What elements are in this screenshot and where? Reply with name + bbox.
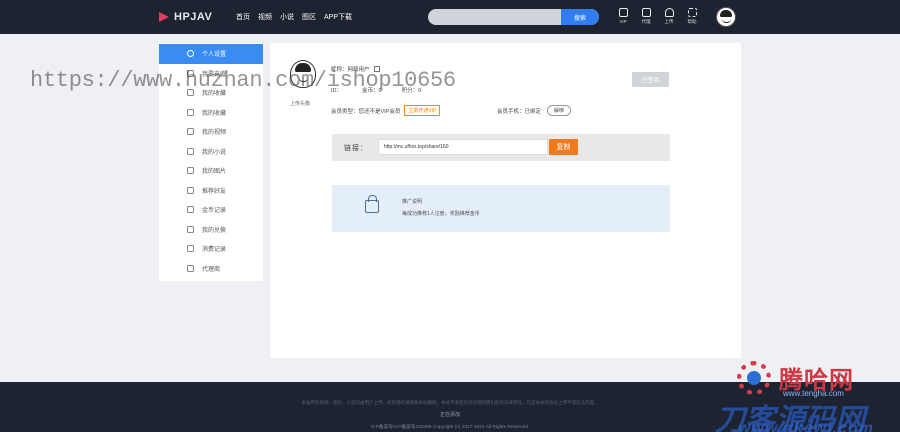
watermark-brand: 腾哈网 www.tengha.com 刀客源码网 www.dkewl.com <box>715 357 898 432</box>
nav-home[interactable]: 首页 <box>236 12 250 22</box>
upload-avatar-link[interactable]: 上传头像 <box>290 100 310 107</box>
sidebar-item-collection[interactable]: 我的收藏 <box>159 103 263 123</box>
help-label: 帮助 <box>687 19 697 24</box>
receipt-icon <box>187 245 194 252</box>
top-navbar: HPJAV 首页 视频 小说 图区 APP下载 搜索 VIP 代理 上传 帮助 <box>0 0 900 34</box>
sidebar-item-novels[interactable]: 我的小说 <box>159 142 263 162</box>
lock-icon <box>365 195 379 213</box>
sidebar-item-spending[interactable]: 消费记录 <box>159 239 263 259</box>
notice-text: 每成功推荐1人注册，奖励推荐金币 <box>402 211 480 217</box>
gear-logo-icon <box>737 361 771 395</box>
notice-title: 推广说明 <box>402 199 423 205</box>
sidebar-item-profile[interactable]: 个人设置 <box>159 44 263 64</box>
main-nav: 首页 视频 小说 图区 APP下载 <box>236 12 352 22</box>
upload-label: 上传 <box>664 19 674 24</box>
share-icon <box>187 186 194 194</box>
sidebar-item-agent[interactable]: 代理商 <box>159 259 263 279</box>
sidebar-item-exchange[interactable]: 我的兑换 <box>159 220 263 240</box>
signin-button[interactable]: 已签到 <box>632 72 669 87</box>
bound-label: 会员手机： <box>497 108 525 115</box>
agent-icon <box>187 264 194 272</box>
open-vip-button[interactable]: 立即开通VIP <box>404 105 441 116</box>
user-avatar[interactable] <box>716 7 736 27</box>
help-link[interactable]: 帮助 <box>683 8 701 25</box>
copy-button[interactable]: 复制 <box>549 139 578 155</box>
agent-link[interactable]: 代理 <box>637 8 655 25</box>
logo[interactable]: HPJAV <box>158 10 212 24</box>
share-link-field[interactable]: http://mc.ufhxx.top/share/160 <box>378 139 548 155</box>
nav-novel[interactable]: 小说 <box>280 12 294 22</box>
user-icon <box>187 50 194 57</box>
phone-bind-row: 会员手机： 已绑定 解绑 <box>497 105 572 116</box>
vip-link[interactable]: VIP <box>614 8 632 25</box>
search-bar: 搜索 <box>428 9 599 25</box>
exchange-icon <box>187 225 194 233</box>
share-link-box: 链接： http://mc.ufhxx.top/share/160 复制 <box>332 134 670 161</box>
sidebar-item-videos[interactable]: 我的视频 <box>159 122 263 142</box>
image-icon <box>187 167 194 174</box>
sidebar-item-images[interactable]: 我的图片 <box>159 161 263 181</box>
sidebar-item-invite[interactable]: 推荐好友 <box>159 181 263 201</box>
sidebar-item-coin-log[interactable]: 金币记录 <box>159 200 263 220</box>
upload-cloud-icon <box>664 8 674 17</box>
header-icons: VIP 代理 上传 帮助 <box>614 8 701 25</box>
vip-label: VIP <box>619 19 627 24</box>
logo-text: HPJAV <box>174 11 213 23</box>
share-link-label: 链接： <box>344 145 368 152</box>
search-input[interactable] <box>428 9 562 25</box>
upload-link[interactable]: 上传 <box>660 8 678 25</box>
promotion-notice: 推广说明 每成功推荐1人注册，奖励推荐金币 <box>332 185 670 232</box>
nav-gallery[interactable]: 图区 <box>302 12 316 22</box>
book-icon <box>187 147 194 155</box>
nav-video[interactable]: 视频 <box>258 12 272 22</box>
video-icon <box>187 128 194 135</box>
grid-icon <box>687 8 697 17</box>
recharge-icon <box>641 8 651 17</box>
vip-icon <box>618 8 628 17</box>
agent-label: 代理 <box>641 19 651 24</box>
search-button[interactable]: 搜索 <box>561 9 599 25</box>
nav-app-download[interactable]: APP下载 <box>324 12 352 22</box>
play-logo-icon <box>158 11 171 23</box>
member-type: 会员类型：您还不是VIP会员 <box>331 108 401 115</box>
coin-icon <box>187 206 194 213</box>
member-type-row: 会员类型：您还不是VIP会员 立即开通VIP <box>331 105 441 116</box>
unbind-button[interactable]: 解绑 <box>547 105 572 116</box>
star-outline-icon <box>187 108 194 116</box>
bound-status: 已绑定 <box>524 108 542 115</box>
watermark-big-url: www.dkewl.com <box>738 420 874 432</box>
watermark-url: https://www.huzhan.com/ishop10656 <box>30 68 456 93</box>
